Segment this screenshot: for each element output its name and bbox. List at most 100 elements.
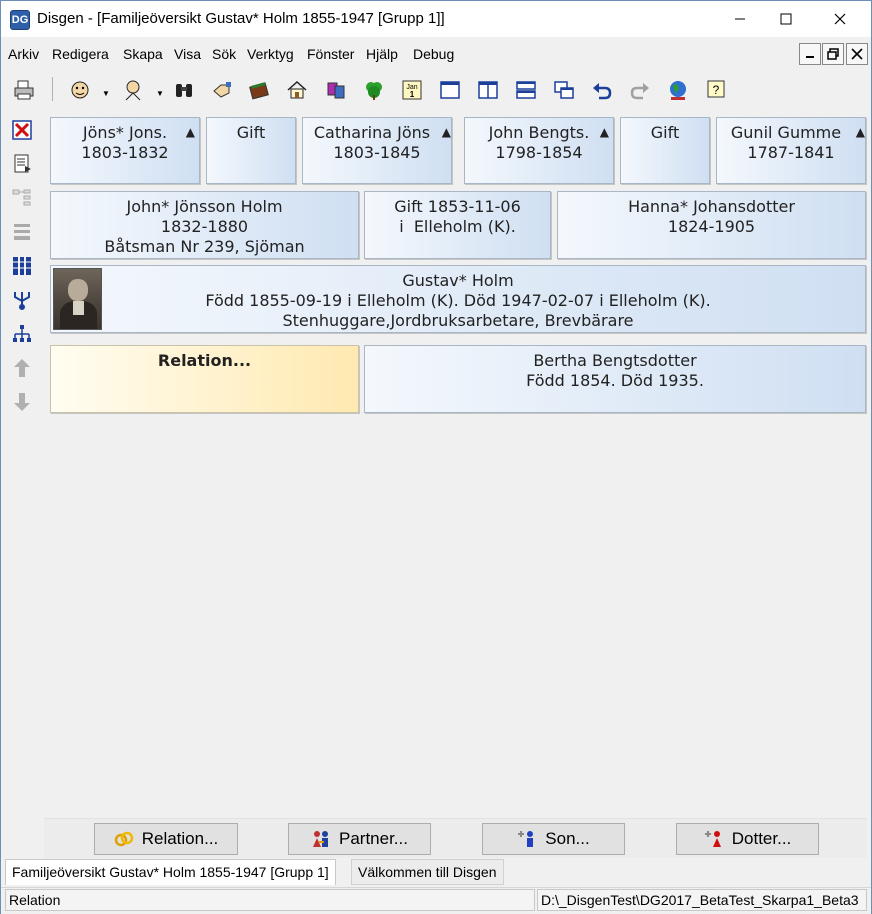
document-button[interactable] — [11, 153, 33, 175]
photo-collar — [73, 301, 84, 315]
document-icon — [14, 154, 31, 173]
spouse-card[interactable]: Bertha Bengtsdotter Född 1854. Död 1935. — [364, 345, 866, 413]
person-button[interactable] — [67, 77, 93, 103]
remove-person-button[interactable] — [11, 119, 33, 141]
person-name: John Bengts. — [488, 123, 590, 142]
mother-card[interactable]: Hanna* Johansdotter 1824-1905 — [557, 191, 866, 259]
move-up-button[interactable] — [11, 357, 33, 379]
add-daughter-icon — [704, 830, 724, 848]
partner-button[interactable]: Partner... — [288, 823, 431, 855]
grandparents-paternal-marriage-card[interactable]: Gift — [206, 117, 296, 184]
mdi-minimize-button[interactable] — [799, 43, 821, 65]
mdi-close-button[interactable] — [846, 43, 868, 65]
minimize-icon — [735, 18, 745, 20]
grandfather-paternal-card[interactable]: Jöns* Jons. 1803-1832 ▲ — [50, 117, 200, 184]
mdi-restore-button[interactable] — [822, 43, 844, 65]
son-button[interactable]: Son... — [482, 823, 625, 855]
descendants-button[interactable] — [11, 255, 33, 277]
home-button[interactable] — [284, 77, 310, 103]
pedigree-icon — [12, 189, 31, 206]
minimize-button[interactable] — [717, 1, 763, 37]
home-icon — [287, 80, 307, 99]
help-button[interactable]: ? — [703, 77, 729, 103]
expand-marker[interactable]: ▲ — [186, 122, 195, 142]
printer-icon — [14, 80, 34, 100]
person-occupation: Stenhuggare,Jordbruksarbetare, Brevbärar… — [282, 311, 634, 330]
relation-card[interactable]: Relation... — [50, 345, 359, 413]
menu-redigera[interactable]: Redigera — [52, 46, 109, 62]
grandfather-maternal-card[interactable]: John Bengts. 1798-1854 ▲ — [464, 117, 614, 184]
redo-button[interactable] — [627, 77, 653, 103]
person-photo[interactable] — [53, 268, 102, 330]
search-dropdown-icon[interactable]: ▼ — [156, 89, 164, 98]
globe-button[interactable] — [665, 77, 691, 103]
menu-fonster[interactable]: Fönster — [307, 46, 354, 62]
split-window-button[interactable] — [475, 77, 501, 103]
parents-marriage-card[interactable]: Gift 1853-11-06 i Elleholm (K). — [364, 191, 551, 259]
person-search-button[interactable] — [121, 77, 147, 103]
person-occupation: Båtsman Nr 239, Sjöman — [104, 237, 305, 256]
expand-marker[interactable]: ▲ — [600, 122, 609, 142]
cascade-button[interactable] — [551, 77, 577, 103]
pedigree-button[interactable] — [11, 187, 33, 209]
menu-hjalp[interactable]: Hjälp — [366, 46, 398, 62]
move-down-icon — [14, 393, 30, 411]
person-dropdown-icon[interactable]: ▼ — [102, 89, 110, 98]
relation-button[interactable]: Relation... — [94, 823, 238, 855]
restore-icon — [827, 48, 839, 60]
person-years: 1787-1841 — [747, 143, 835, 162]
grandmother-paternal-card[interactable]: Catharina Jöns 1803-1845 ▲ — [302, 117, 452, 184]
close-button[interactable] — [817, 1, 863, 37]
tab-family-overview[interactable]: Familjeöversikt Gustav* Holm 1855-1947 [… — [5, 859, 336, 885]
book-button[interactable] — [246, 77, 272, 103]
grandmother-maternal-card[interactable]: Gunil Gumme 1787-1841 ▲ — [716, 117, 866, 184]
expand-marker[interactable]: ▲ — [856, 122, 865, 142]
close-icon — [834, 13, 846, 25]
undo-button[interactable] — [589, 77, 615, 103]
hand-button[interactable] — [209, 77, 235, 103]
relation-button-label: Relation... — [141, 829, 219, 848]
people-icon — [327, 82, 345, 99]
people-button[interactable] — [323, 77, 349, 103]
calendar-button[interactable]: Jan 1 — [399, 77, 425, 103]
person-years: 1798-1854 — [495, 143, 583, 162]
father-card[interactable]: John* Jönsson Holm 1832-1880 Båtsman Nr … — [50, 191, 359, 259]
menu-sok[interactable]: Sök — [212, 46, 236, 62]
person-name: John* Jönsson Holm — [126, 197, 283, 216]
svg-text:?: ? — [713, 83, 720, 97]
print-button[interactable] — [11, 77, 37, 103]
window-icon — [440, 81, 460, 99]
menu-debug[interactable]: Debug — [413, 46, 454, 62]
marriage-label: Gift — [236, 123, 266, 142]
genealogy-button[interactable] — [11, 221, 33, 243]
binoculars-button[interactable] — [171, 77, 197, 103]
person-name: Bertha Bengtsdotter — [533, 351, 697, 370]
toolbar: ▼ ▼ Jan 1 ? — [1, 71, 871, 109]
tab-welcome[interactable]: Välkommen till Disgen — [351, 859, 504, 885]
person-years: 1832-1880 — [160, 217, 249, 236]
daughter-button[interactable]: Dotter... — [676, 823, 819, 855]
menu-arkiv[interactable]: Arkiv — [8, 46, 39, 62]
grandparents-maternal-marriage-card[interactable]: Gift — [620, 117, 710, 184]
tree-button[interactable] — [361, 77, 387, 103]
globe-icon — [670, 81, 686, 100]
main-person-card[interactable]: Gustav* Holm Född 1855-09-19 i Elleholm … — [50, 265, 866, 333]
menu-visa[interactable]: Visa — [174, 46, 201, 62]
window-button[interactable] — [437, 77, 463, 103]
help-icon: ? — [707, 80, 725, 98]
close-icon — [851, 48, 863, 60]
maximize-button[interactable] — [763, 1, 809, 37]
person-years: 1824-1905 — [667, 217, 756, 236]
ancestor-tree-button[interactable] — [11, 289, 33, 311]
tile-horizontal-icon — [516, 81, 536, 99]
status-path: D:\_DisgenTest\DG2017_BetaTest_Skarpa1_B… — [537, 889, 867, 911]
menu-skapa[interactable]: Skapa — [123, 46, 163, 62]
relation-label: Relation... — [157, 351, 252, 370]
menu-verktyg[interactable]: Verktyg — [247, 46, 294, 62]
move-down-button[interactable] — [11, 391, 33, 413]
son-button-label: Son... — [545, 829, 590, 848]
hand-icon — [213, 82, 231, 98]
family-tree-button[interactable] — [11, 323, 33, 345]
tile-horizontal-button[interactable] — [513, 77, 539, 103]
expand-marker[interactable]: ▲ — [442, 122, 451, 142]
